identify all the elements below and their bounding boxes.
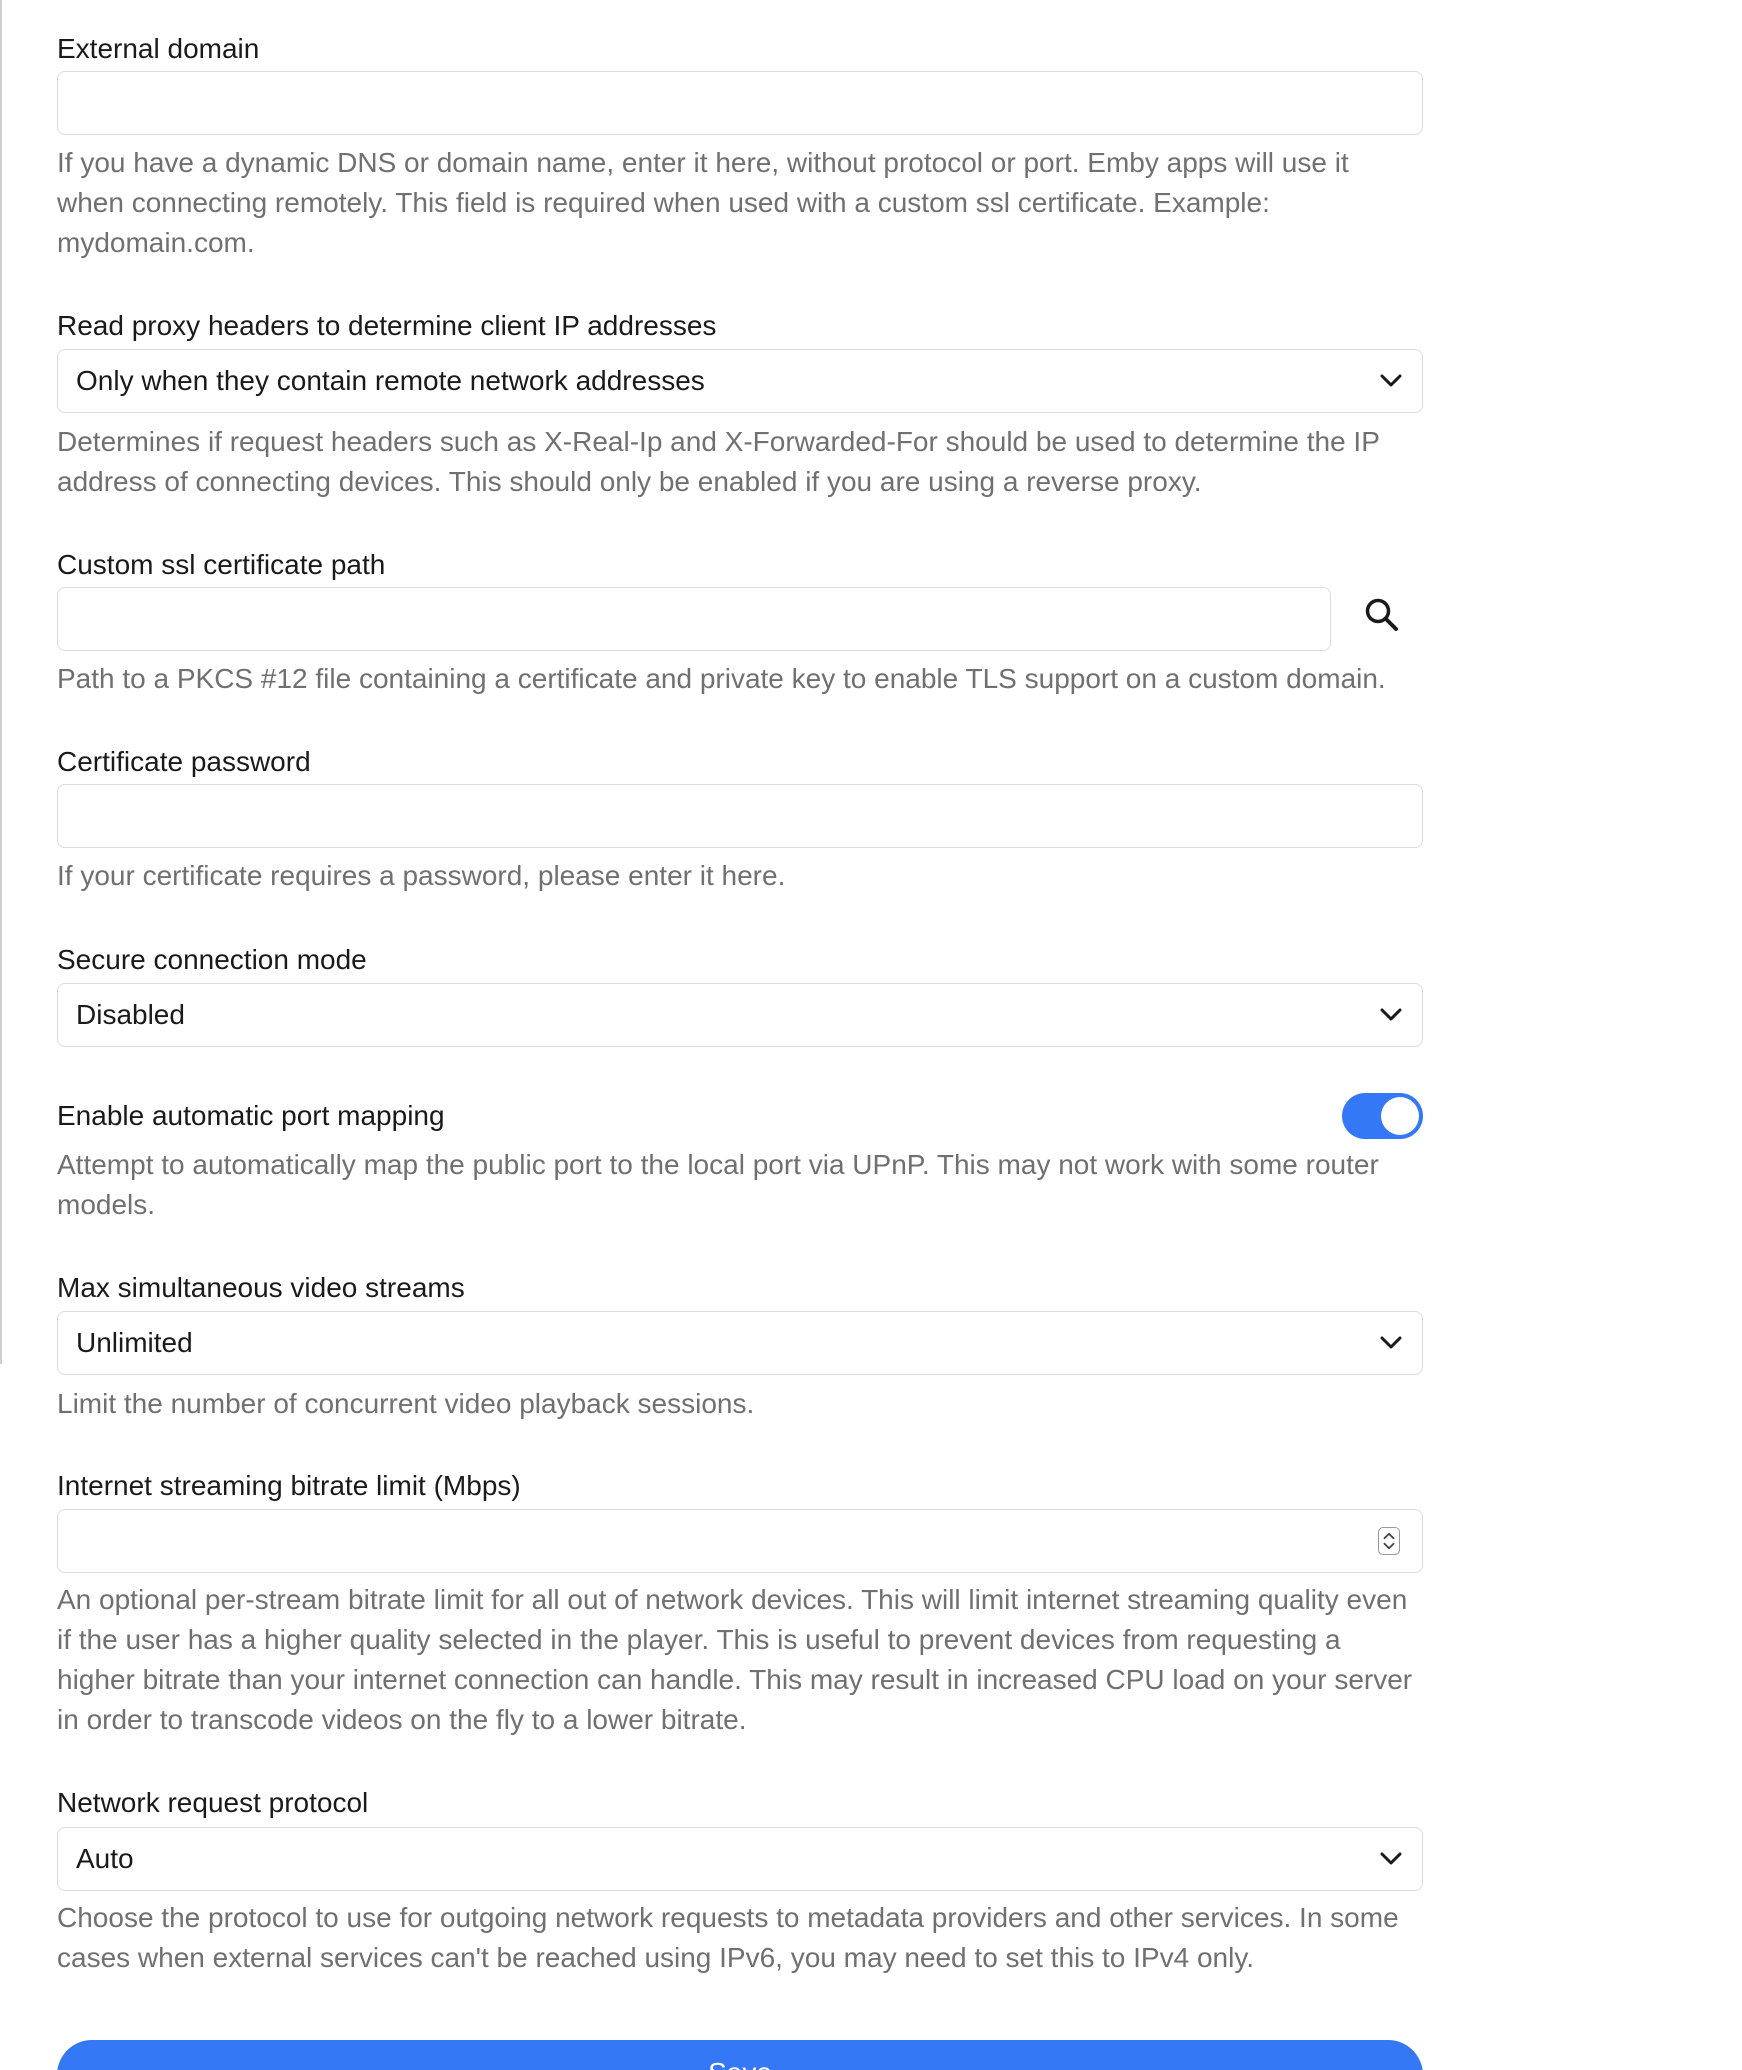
port-mapping-help: Attempt to automatically map the public …	[57, 1149, 1379, 1220]
proxy-headers-label: Read proxy headers to determine client I…	[57, 310, 717, 341]
max-streams-help: Limit the number of concurrent video pla…	[57, 1388, 755, 1419]
certificate-password-help: If your certificate requires a password,…	[57, 860, 786, 891]
proxy-headers-help: Determines if request headers such as X-…	[57, 426, 1380, 497]
number-stepper-icon[interactable]	[1378, 1527, 1400, 1555]
request-protocol-label: Network request protocol	[57, 1787, 369, 1818]
request-protocol-value: Auto	[76, 1843, 134, 1874]
certificate-password-label: Certificate password	[57, 746, 311, 777]
chevron-down-icon	[1380, 1336, 1402, 1349]
browse-certificate-button[interactable]	[1354, 587, 1410, 643]
external-domain-label: External domain	[57, 33, 260, 64]
toggle-knob	[1381, 1097, 1419, 1135]
network-settings-page: External domain If you have a dynamic DN…	[0, 0, 1742, 2070]
ssl-certificate-label: Custom ssl certificate path	[57, 549, 386, 580]
certificate-password-input[interactable]	[57, 784, 1423, 848]
port-mapping-label: Enable automatic port mapping	[57, 1100, 445, 1131]
left-divider	[0, 0, 2, 1364]
ssl-certificate-help: Path to a PKCS #12 file containing a cer…	[57, 663, 1386, 694]
bitrate-limit-label: Internet streaming bitrate limit (Mbps)	[57, 1470, 521, 1501]
chevron-down-icon	[1380, 374, 1402, 387]
chevron-down-icon	[1380, 1852, 1402, 1865]
external-domain-input[interactable]	[57, 71, 1423, 135]
bitrate-limit-input[interactable]	[57, 1509, 1423, 1573]
max-streams-select[interactable]: Unlimited	[57, 1311, 1423, 1375]
search-icon	[1365, 598, 1398, 631]
max-streams-value: Unlimited	[76, 1327, 193, 1358]
port-mapping-toggle[interactable]	[1342, 1093, 1423, 1139]
bitrate-limit-help: An optional per-stream bitrate limit for…	[57, 1584, 1413, 1735]
ssl-certificate-input[interactable]	[57, 587, 1331, 651]
chevron-down-icon	[1380, 1008, 1402, 1021]
external-domain-help: If you have a dynamic DNS or domain name…	[57, 147, 1349, 258]
request-protocol-select[interactable]: Auto	[57, 1827, 1423, 1891]
secure-connection-label: Secure connection mode	[57, 944, 367, 975]
save-button[interactable]: Save	[57, 2040, 1423, 2070]
max-streams-label: Max simultaneous video streams	[57, 1272, 465, 1303]
proxy-headers-select[interactable]: Only when they contain remote network ad…	[57, 349, 1423, 413]
secure-connection-select[interactable]: Disabled	[57, 983, 1423, 1047]
proxy-headers-value: Only when they contain remote network ad…	[76, 365, 705, 396]
request-protocol-help: Choose the protocol to use for outgoing …	[57, 1902, 1399, 1973]
secure-connection-value: Disabled	[76, 999, 185, 1030]
